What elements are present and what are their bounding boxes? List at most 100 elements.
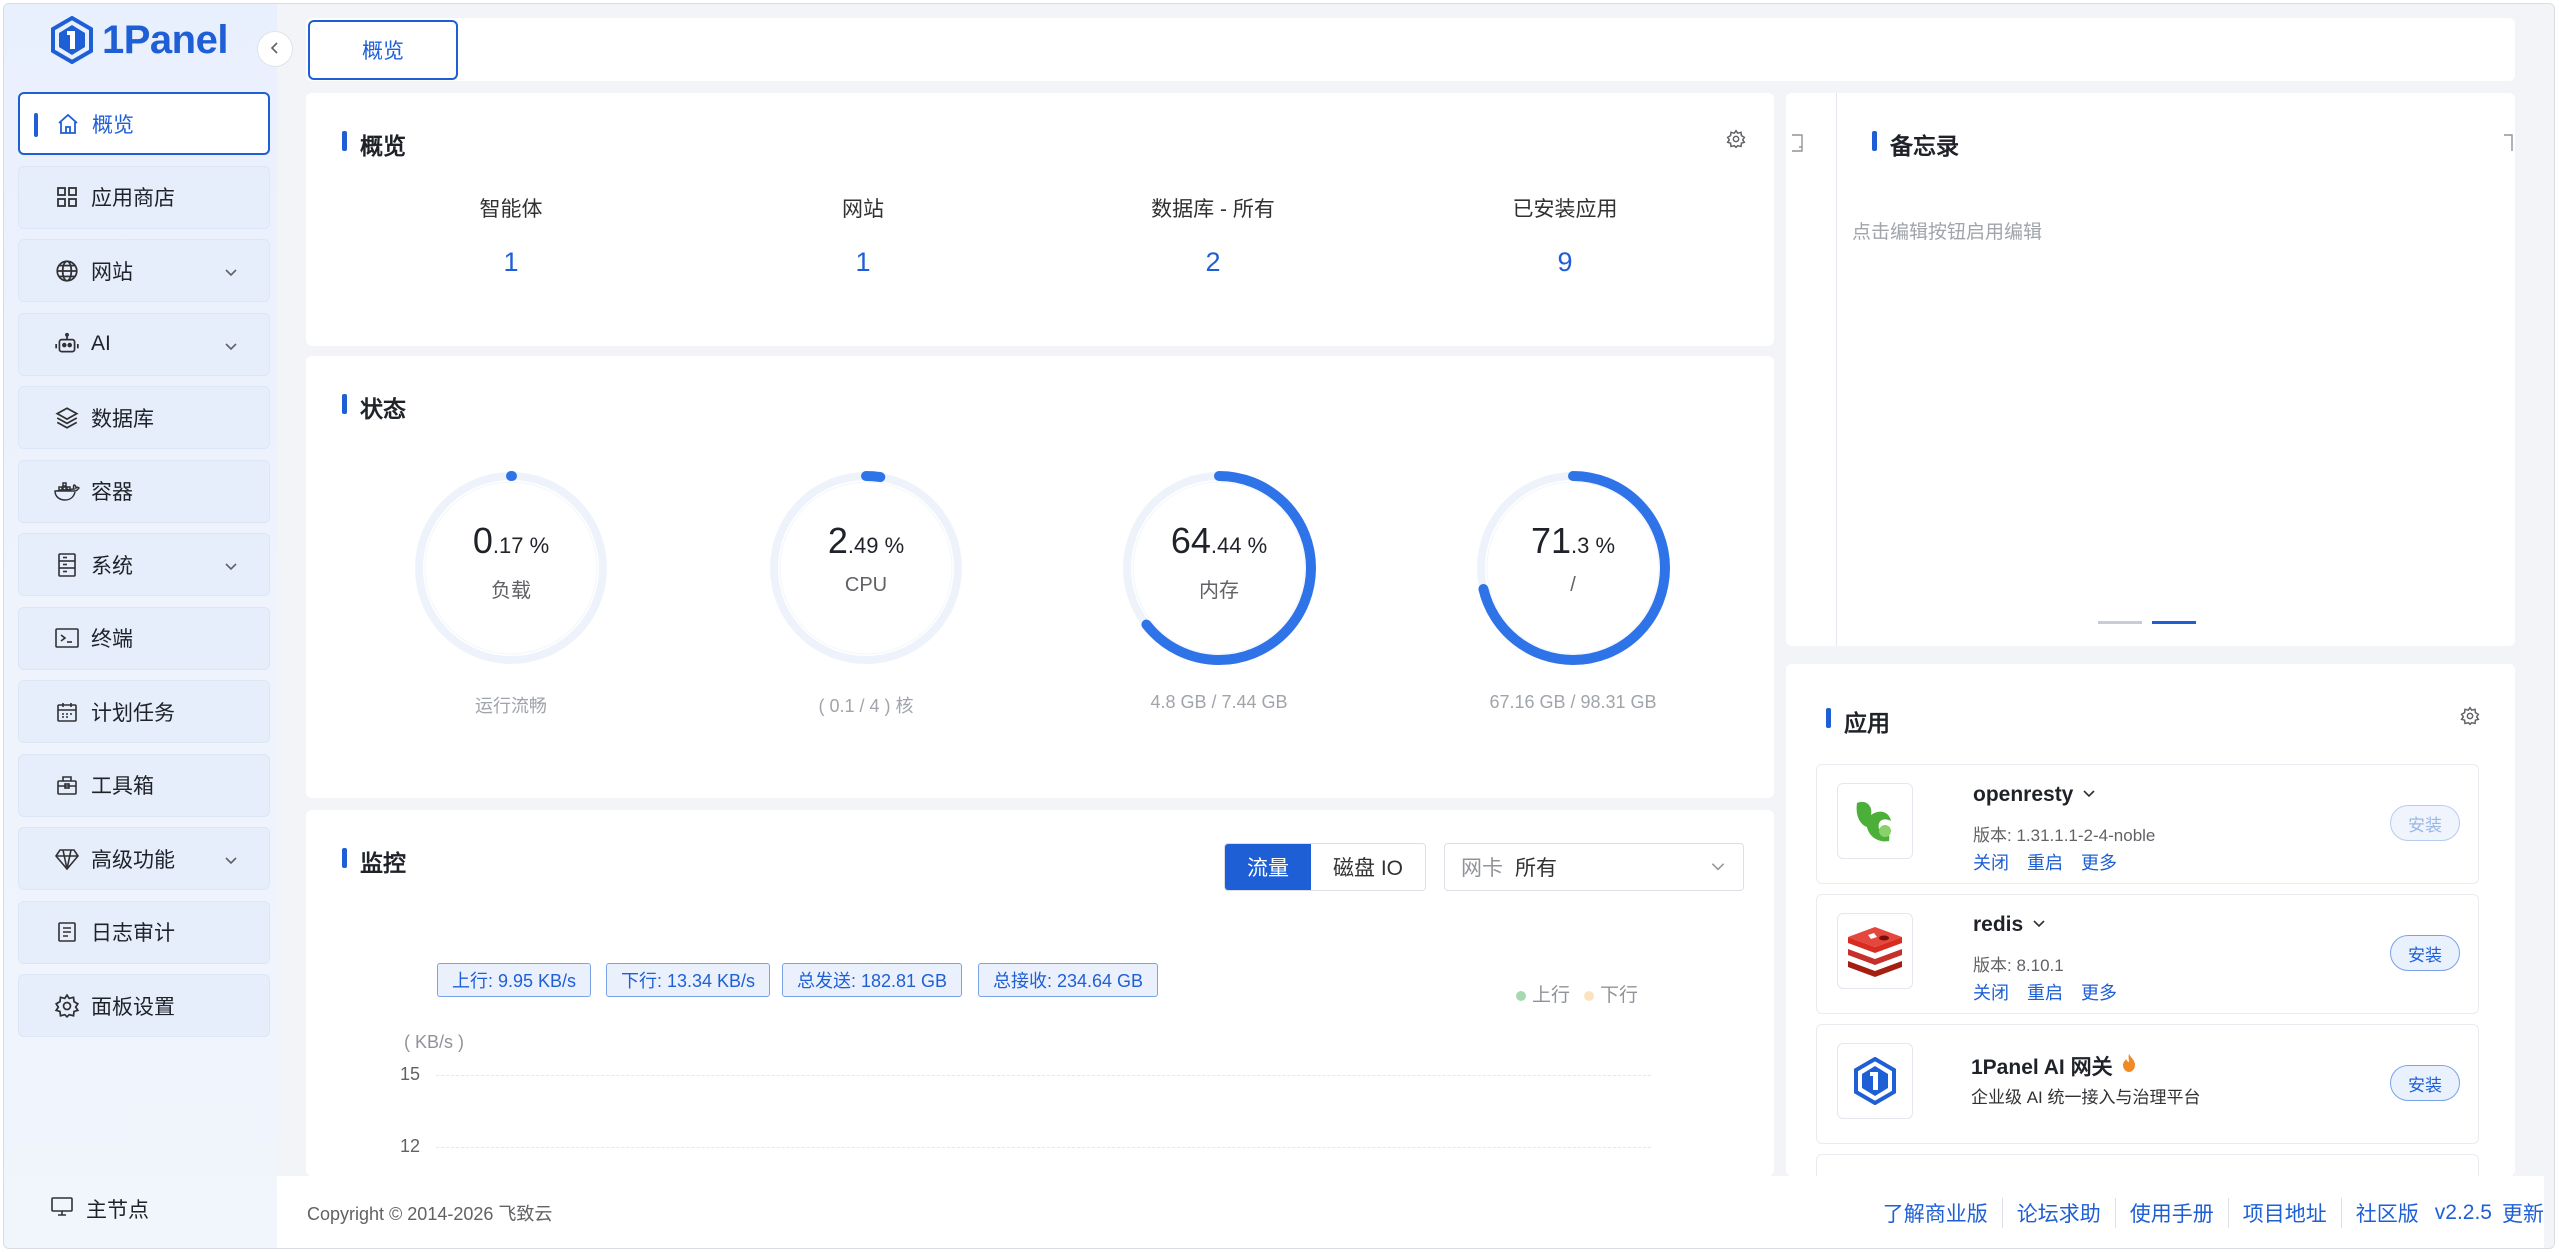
sidebar-item-label: 高级功能 — [91, 848, 175, 872]
footer-link-project[interactable]: 项目地址 — [2229, 1198, 2342, 1228]
sidebar-item-log-audit[interactable]: 日志审计 — [18, 900, 270, 964]
install-button[interactable]: 安装 — [2390, 1065, 2460, 1101]
gauge-subtext: 运行流畅 — [475, 696, 547, 716]
nic-select[interactable]: 网卡 所有 — [1444, 843, 1744, 891]
sidebar-item-cron[interactable]: 计划任务 — [18, 680, 270, 743]
overview-label: 智能体 — [479, 198, 543, 221]
chip-download-rate: 下行: 13.34 KB/s — [606, 963, 771, 997]
notes-hint: 点击编辑按钮启用编辑 — [1852, 222, 2043, 243]
overview-value[interactable]: 2 — [1073, 247, 1353, 278]
app-stop-link[interactable]: 关闭 — [1973, 979, 2009, 1005]
gear-icon[interactable] — [1726, 129, 1748, 151]
app-name[interactable]: 1Panel AI 网关 — [1971, 1051, 2137, 1081]
gauge-disk[interactable]: 71.3 % / 67.16 GB / 98.31 GB — [1458, 468, 1688, 713]
app-more-link[interactable]: 更多 — [2081, 979, 2117, 1005]
gridline — [436, 1075, 1651, 1076]
home-icon — [54, 110, 82, 138]
grid-icon — [53, 183, 81, 211]
app-actions: 关闭 重启 更多 — [1973, 979, 2117, 1005]
chip-total-received: 总接收: 234.64 GB — [978, 963, 1159, 997]
footer-link-forum[interactable]: 论坛求助 — [2003, 1198, 2116, 1228]
gauge-value: 0.17 % — [472, 520, 550, 561]
install-button[interactable]: 安装 — [2390, 935, 2460, 971]
sidebar-item-label: 容器 — [91, 481, 133, 504]
overview-agents[interactable]: 智能体 1 — [371, 193, 651, 278]
gauge-subtext: ( 0.1 / 4 ) 核 — [818, 696, 914, 716]
brand-logo[interactable]: 1Panel — [50, 16, 228, 64]
update-link[interactable]: 更新 — [2502, 1198, 2544, 1228]
carousel-dot[interactable] — [2098, 621, 2142, 624]
chevron-down-icon — [223, 262, 239, 286]
status-title: 状态 — [342, 390, 406, 424]
gridline — [436, 1147, 1651, 1148]
calendar-icon — [53, 698, 81, 726]
overview-value[interactable]: 9 — [1425, 247, 1705, 278]
version-label: v2.2.5 — [2434, 1201, 2492, 1224]
tab-overview[interactable]: 概览 — [308, 20, 458, 80]
footer-link-manual[interactable]: 使用手册 — [2116, 1198, 2229, 1228]
chevron-down-icon — [223, 556, 239, 580]
sidebar-item-label: AI — [91, 332, 111, 355]
sidebar-item-app-store[interactable]: 应用商店 — [18, 165, 270, 229]
notes-card: 备忘录 点击编辑按钮启用编辑 — [1786, 93, 2515, 646]
gauge-load[interactable]: 0.17 % 负载 运行流畅 — [396, 468, 626, 718]
sidebar-item-ai[interactable]: AI — [18, 312, 270, 376]
footer-link-pro[interactable]: 了解商业版 — [1869, 1198, 2003, 1228]
sidebar-collapse-button[interactable] — [257, 31, 293, 67]
nic-select-prefix: 网卡 — [1461, 857, 1503, 880]
sidebar-item-terminal[interactable]: 终端 — [18, 606, 270, 670]
node-switcher[interactable]: 主节点 — [50, 1194, 149, 1224]
docker-icon — [53, 477, 81, 505]
app-name[interactable]: openresty — [1973, 783, 2097, 807]
legend-down[interactable]: 下行 — [1584, 980, 1638, 1007]
app-stop-link[interactable]: 关闭 — [1973, 849, 2009, 875]
app-name[interactable]: redis — [1973, 913, 2047, 937]
sidebar-item-overview[interactable]: 概览 — [18, 92, 270, 155]
gear-icon[interactable] — [2460, 706, 2482, 728]
1panel-logo-icon — [1837, 1043, 1913, 1119]
sidebar-item-label: 网站 — [91, 260, 133, 284]
tablet-icon[interactable] — [1790, 133, 1806, 158]
sidebar-item-advanced[interactable]: 高级功能 — [18, 827, 270, 890]
log-icon — [53, 918, 81, 946]
sidebar-item-website[interactable]: 网站 — [18, 239, 270, 302]
sidebar-item-container[interactable]: 容器 — [18, 459, 270, 523]
sidebar-item-label: 面板设置 — [91, 995, 175, 1019]
toolbox-icon — [53, 771, 81, 799]
overview-value[interactable]: 1 — [371, 247, 651, 278]
fire-icon — [2121, 1053, 2137, 1079]
layers-icon — [53, 404, 81, 432]
sidebar-item-database[interactable]: 数据库 — [18, 386, 270, 449]
install-button[interactable]: 安装 — [2390, 805, 2460, 841]
footer-link-edition[interactable]: 社区版 — [2342, 1198, 2425, 1228]
seg-traffic-button[interactable]: 流量 — [1225, 844, 1311, 890]
sidebar-item-settings[interactable]: 面板设置 — [18, 974, 270, 1037]
app-restart-link[interactable]: 重启 — [2027, 979, 2063, 1005]
overview-value[interactable]: 1 — [723, 247, 1003, 278]
sidebar-item-toolbox[interactable]: 工具箱 — [18, 753, 270, 817]
overview-label: 数据库 - 所有 — [1151, 198, 1275, 221]
sidebar-item-label: 终端 — [91, 628, 133, 651]
carousel-dot-active[interactable] — [2152, 621, 2196, 624]
app-restart-link[interactable]: 重启 — [2027, 849, 2063, 875]
overview-installed-apps[interactable]: 已安装应用 9 — [1425, 193, 1705, 278]
gauge-memory[interactable]: 64.44 % 内存 4.8 GB / 7.44 GB — [1104, 468, 1334, 713]
seg-disk-io-button[interactable]: 磁盘 IO — [1311, 844, 1426, 890]
gauge-cpu[interactable]: 2.49 % CPU ( 0.1 / 4 ) 核 — [751, 468, 981, 718]
legend-up[interactable]: 上行 — [1516, 980, 1570, 1007]
overview-websites[interactable]: 网站 1 — [723, 193, 1003, 278]
app-description: 企业级 AI 统一接入与治理平台 — [1971, 1088, 2201, 1107]
nic-select-value: 所有 — [1515, 857, 1557, 880]
sidebar-item-system[interactable]: 系统 — [18, 533, 270, 596]
app-more-link[interactable]: 更多 — [2081, 849, 2117, 875]
terminal-icon — [53, 624, 81, 652]
carousel-indicator — [2098, 621, 2196, 624]
redis-logo-icon — [1837, 913, 1913, 989]
page-scrollbar[interactable] — [2544, 4, 2554, 1248]
footer-links: 了解商业版 论坛求助 使用手册 项目地址 社区版 v2.2.5 更新 — [1869, 1198, 2544, 1228]
edit-icon[interactable] — [2502, 133, 2514, 158]
gauge-subtext: 4.8 GB / 7.44 GB — [1150, 692, 1288, 712]
gauge-value: 64.44 % — [1170, 520, 1268, 561]
gauge-name: 负载 — [491, 580, 531, 602]
overview-databases[interactable]: 数据库 - 所有 2 — [1073, 193, 1353, 278]
